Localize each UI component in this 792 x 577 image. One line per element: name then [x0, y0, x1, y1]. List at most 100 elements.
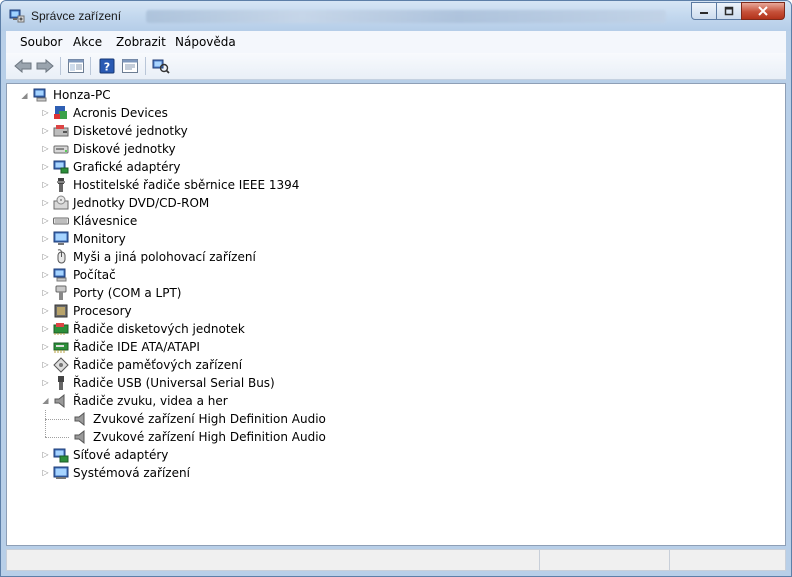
monitor-icon	[53, 231, 69, 245]
device-category[interactable]: Myši a jiná polohovací zařízení	[53, 248, 256, 266]
floppy-controller-icon	[53, 323, 69, 335]
category-toggle[interactable]: ▷	[41, 360, 50, 369]
device-category-label: Počítač	[73, 268, 116, 282]
device-item[interactable]: Zvukové zařízení High Definition Audio	[73, 410, 326, 428]
storage-controller-icon	[53, 357, 69, 373]
device-category-label: Jednotky DVD/CD-ROM	[73, 196, 210, 210]
device-category-label: Porty (COM a LPT)	[73, 286, 182, 300]
device-category[interactable]: Procesory	[53, 302, 132, 320]
category-toggle[interactable]: ▷	[41, 468, 50, 477]
device-category[interactable]: Klávesnice	[53, 212, 137, 230]
speaker-icon	[54, 393, 65, 409]
device-category-label: Monitory	[73, 232, 126, 246]
device-category[interactable]: Acronis Devices	[53, 104, 168, 122]
device-category[interactable]: Diskové jednotky	[53, 140, 176, 158]
arrow-left-icon	[14, 59, 32, 73]
firewire-icon	[57, 178, 65, 192]
tree-root[interactable]: Honza-PC	[33, 86, 111, 104]
device-category[interactable]: Hostitelské řadiče sběrnice IEEE 1394	[53, 176, 299, 194]
toolbar: ?	[6, 53, 786, 80]
device-category[interactable]: Monitory	[53, 230, 126, 248]
device-category-label: Síťové adaptéry	[73, 448, 169, 462]
speaker-icon	[74, 429, 85, 445]
category-toggle[interactable]: ▷	[41, 216, 50, 225]
device-category-label: Hostitelské řadiče sběrnice IEEE 1394	[73, 178, 300, 192]
category-toggle[interactable]: ▷	[41, 324, 50, 333]
computer-icon	[33, 88, 47, 102]
category-toggle[interactable]: ▷	[41, 198, 50, 207]
device-manager-window: Správce zařízení Soubor Akce Zobrazit Ná…	[0, 0, 792, 577]
forward-button[interactable]	[35, 57, 55, 75]
category-toggle[interactable]: ▷	[41, 306, 50, 315]
display-adapter-icon	[53, 160, 69, 174]
device-item-label: Zvukové zařízení High Definition Audio	[93, 430, 326, 444]
help-button[interactable]: ?	[97, 57, 117, 75]
category-toggle[interactable]: ▷	[41, 144, 50, 153]
scan-hardware-changes-button[interactable]	[151, 57, 171, 75]
root-collapse-toggle[interactable]: ◢	[20, 91, 29, 100]
device-category[interactable]: Jednotky DVD/CD-ROM	[53, 194, 209, 212]
device-category[interactable]: Řadiče USB (Universal Serial Bus)	[53, 374, 275, 392]
device-category-label: Grafické adaptéry	[73, 160, 181, 174]
device-category-label: Řadiče paměťových zařízení	[73, 358, 243, 372]
port-icon	[55, 285, 67, 300]
back-button[interactable]	[13, 57, 33, 75]
category-toggle[interactable]: ▷	[41, 108, 50, 117]
menu-help[interactable]: Nápověda	[175, 35, 236, 49]
properties-button[interactable]	[120, 57, 140, 75]
status-divider-1	[539, 550, 541, 570]
category-toggle[interactable]: ◢	[41, 396, 50, 405]
category-toggle[interactable]: ▷	[41, 162, 50, 171]
category-toggle[interactable]: ▷	[41, 252, 50, 261]
show-hide-console-tree-button[interactable]	[66, 57, 86, 75]
category-toggle[interactable]: ▷	[41, 378, 50, 387]
device-category-label: Myši a jiná polohovací zařízení	[73, 250, 256, 264]
menu-file[interactable]: Soubor	[20, 35, 62, 49]
device-category[interactable]: Řadiče disketových jednotek	[53, 320, 245, 338]
arrow-right-icon	[36, 59, 54, 73]
maximize-icon	[724, 6, 734, 16]
category-toggle[interactable]: ▷	[41, 342, 50, 351]
device-category[interactable]: Řadiče paměťových zařízení	[53, 356, 242, 374]
device-category[interactable]: Síťové adaptéry	[53, 446, 168, 464]
device-category[interactable]: Porty (COM a LPT)	[53, 284, 181, 302]
device-category-label: Řadiče zvuku, videa a her	[73, 394, 228, 408]
category-toggle[interactable]: ▷	[41, 288, 50, 297]
floppy-icon	[53, 125, 69, 137]
device-category-label: Klávesnice	[73, 214, 138, 228]
tree-connector	[45, 437, 69, 438]
close-button[interactable]	[741, 2, 785, 20]
device-category-label: Řadiče USB (Universal Serial Bus)	[73, 376, 275, 390]
device-category[interactable]: Grafické adaptéry	[53, 158, 181, 176]
device-manager-icon	[9, 9, 25, 23]
keyboard-icon	[53, 217, 69, 225]
ide-controller-icon	[53, 342, 69, 353]
device-category-label: Systémová zařízení	[73, 466, 190, 480]
network-adapter-icon	[53, 448, 69, 463]
category-toggle[interactable]: ▷	[41, 450, 50, 459]
device-item[interactable]: Zvukové zařízení High Definition Audio	[73, 428, 326, 446]
menu-action[interactable]: Akce	[73, 35, 102, 49]
device-category-label: Řadiče IDE ATA/ATAPI	[73, 340, 200, 354]
title-bar[interactable]: Správce zařízení	[1, 1, 791, 31]
tree-connector	[45, 419, 69, 420]
device-category[interactable]: Systémová zařízení	[53, 464, 190, 482]
category-toggle[interactable]: ▷	[41, 270, 50, 279]
category-toggle[interactable]: ▷	[41, 180, 50, 189]
maximize-button[interactable]	[716, 2, 742, 20]
dvd-icon	[53, 195, 69, 210]
mouse-icon	[57, 249, 66, 264]
device-category-label: Řadiče disketových jednotek	[73, 322, 245, 336]
device-category[interactable]: Počítač	[53, 266, 116, 284]
status-bar	[6, 549, 786, 571]
device-category[interactable]: Řadiče zvuku, videa a her	[53, 392, 228, 410]
device-category[interactable]: Disketové jednotky	[53, 122, 188, 140]
menu-view[interactable]: Zobrazit	[116, 35, 166, 49]
root-label: Honza-PC	[53, 88, 111, 102]
category-toggle[interactable]: ▷	[41, 126, 50, 135]
category-toggle[interactable]: ▷	[41, 234, 50, 243]
device-tree[interactable]: ◢ Honza-PC ▷ Acronis Devices ▷ Disketové je…	[6, 83, 786, 546]
hdd-icon	[53, 145, 69, 154]
minimize-button[interactable]	[691, 2, 717, 20]
device-category[interactable]: Řadiče IDE ATA/ATAPI	[53, 338, 200, 356]
